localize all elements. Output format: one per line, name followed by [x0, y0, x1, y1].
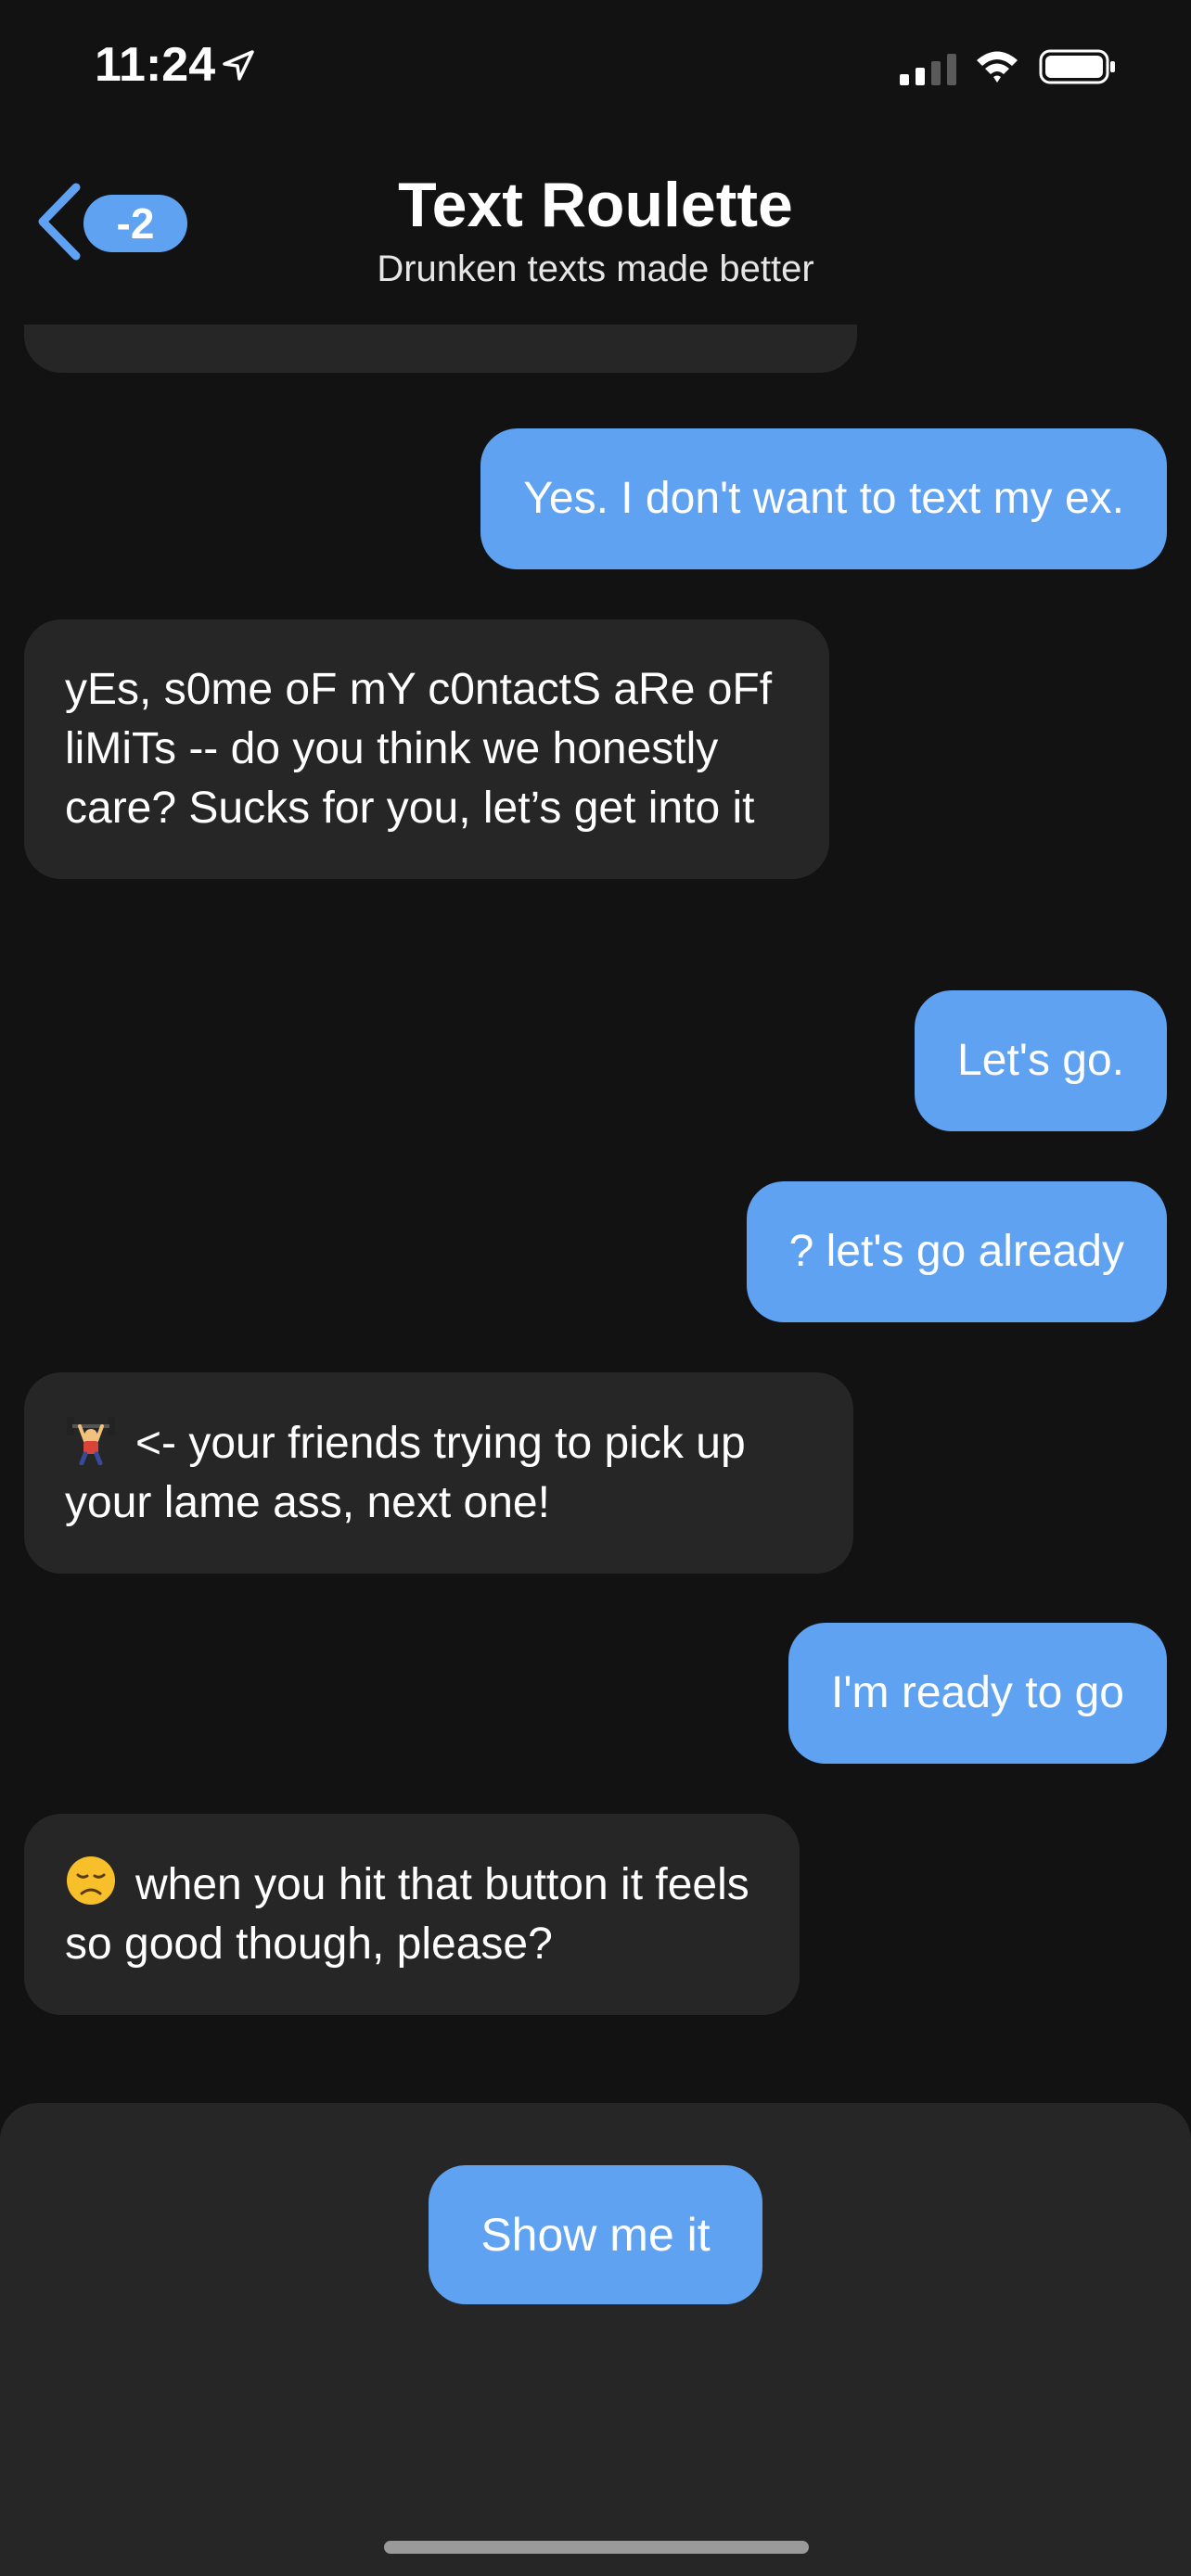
message-text: Let's go.: [957, 1036, 1124, 1085]
message-bubble-incoming: when you hit that button it feels so goo…: [24, 1814, 800, 2015]
message-bubble-incoming: <- your friends trying to pick up your l…: [24, 1372, 853, 1574]
wifi-icon: [977, 51, 1018, 83]
message-bubble-outgoing: Yes. I don't want to text my ex.: [480, 428, 1167, 569]
page-title: Text Roulette: [398, 170, 793, 240]
navigation-header: -2 Text Roulette Drunken texts made bett…: [0, 130, 1191, 325]
message-thread[interactable]: Yes. I don't want to text my ex. yEs, s0…: [0, 325, 1191, 2105]
message-bubble-outgoing: ? let's go already: [746, 1181, 1167, 1322]
home-indicator[interactable]: [384, 2541, 809, 2554]
message-bubble-partial: [24, 325, 857, 373]
cellular-signal-icon: [900, 54, 956, 85]
location-arrow-icon: [223, 50, 254, 81]
show-me-it-button[interactable]: Show me it: [429, 2165, 762, 2304]
message-text: <- your friends trying to pick up your l…: [65, 1419, 746, 1527]
status-bar: 11:24: [0, 0, 1191, 130]
message-text: Yes. I don't want to text my ex.: [523, 474, 1124, 523]
message-text: when you hit that button it feels so goo…: [65, 1860, 749, 1969]
message-bubble-outgoing: I'm ready to go: [788, 1623, 1167, 1764]
disappointed-face-emoji-icon: [67, 1856, 115, 1905]
message-text: yEs, s0me oF mY c0ntactS aRe oFf liMiTs …: [65, 665, 773, 833]
message-bubble-incoming: yEs, s0me oF mY c0ntactS aRe oFf liMiTs …: [24, 619, 829, 879]
message-bubble-outgoing: Let's go.: [915, 990, 1167, 1131]
message-text: ? let's go already: [788, 1227, 1124, 1276]
status-time: 11:24: [95, 38, 216, 92]
weightlifter-emoji-icon: [67, 1417, 115, 1465]
message-text: I'm ready to go: [831, 1668, 1124, 1717]
bottom-action-panel: Show me it: [0, 2103, 1191, 2576]
page-subtitle: Drunken texts made better: [377, 249, 814, 289]
battery-icon: [1039, 49, 1115, 84]
